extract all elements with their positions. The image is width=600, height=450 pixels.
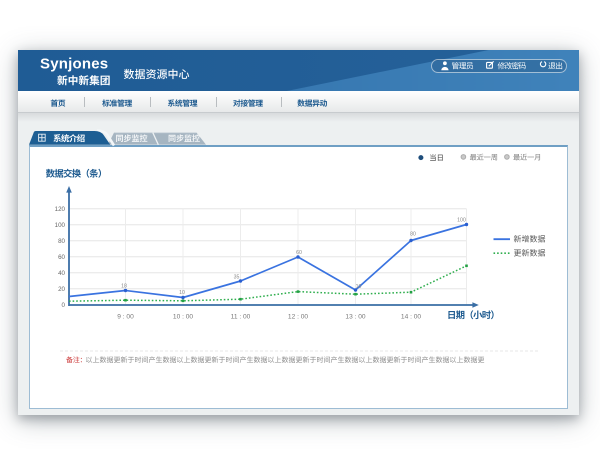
svg-text:80: 80 xyxy=(410,232,416,238)
svg-text:35: 35 xyxy=(234,275,240,281)
svg-text:100: 100 xyxy=(55,222,66,229)
svg-text:11 : 00: 11 : 00 xyxy=(231,314,251,321)
svg-text:10: 10 xyxy=(179,290,185,296)
svg-text:Synjones: Synjones xyxy=(40,56,108,73)
svg-text:13 : 00: 13 : 00 xyxy=(345,314,365,321)
svg-text:60: 60 xyxy=(58,254,65,261)
svg-text:9 : 00: 9 : 00 xyxy=(117,314,134,321)
svg-text:10 : 00: 10 : 00 xyxy=(173,314,193,321)
svg-text:12 : 00: 12 : 00 xyxy=(288,314,308,321)
svg-text:0: 0 xyxy=(62,302,66,309)
svg-text:100: 100 xyxy=(457,218,466,224)
svg-text:14 : 00: 14 : 00 xyxy=(401,314,421,321)
svg-text:80: 80 xyxy=(58,238,65,245)
svg-text:60: 60 xyxy=(296,250,302,256)
svg-text:18: 18 xyxy=(121,284,127,290)
svg-text:20: 20 xyxy=(58,286,65,293)
svg-text:40: 40 xyxy=(58,270,65,277)
svg-text:120: 120 xyxy=(55,206,66,213)
svg-text:10: 10 xyxy=(356,284,362,290)
